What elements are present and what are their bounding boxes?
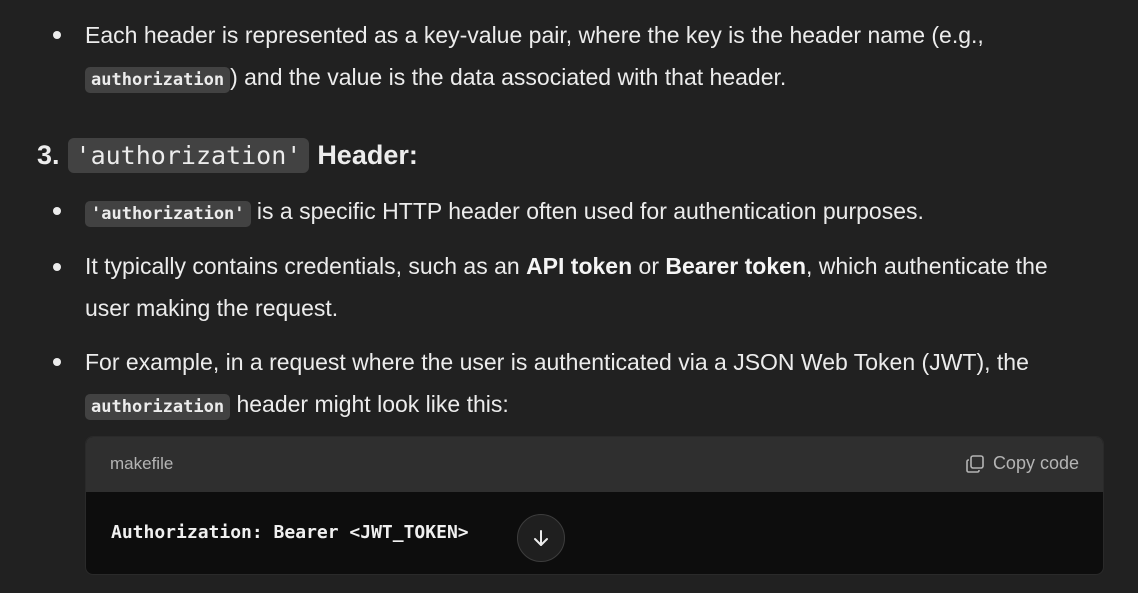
text-span: or [632, 253, 666, 279]
code-block: makefile Copy code Authorization: Bearer… [85, 436, 1104, 575]
copy-icon [966, 454, 984, 473]
text-span: For example, in a request where the user… [85, 349, 1029, 375]
text-span: Each header is represented as a key-valu… [85, 22, 984, 48]
text-span: header might look like this: [230, 391, 509, 417]
text-span: It typically contains credentials, such … [85, 253, 527, 279]
inline-code: authorization [85, 394, 231, 420]
copy-code-label: Copy code [992, 453, 1079, 473]
text-span: user making the request. [85, 295, 339, 321]
bold-text: Bearer token [665, 253, 806, 279]
list-item-text: Each header is represented as a key-valu… [85, 21, 984, 49]
code-content: Authorization: Bearer <JWT_TOKEN> [111, 522, 469, 543]
list-item-text: 'authorization' is a specific HTTP heade… [85, 197, 924, 228]
text-span: is a specific HTTP header often used for… [250, 198, 924, 224]
copy-code-button[interactable]: Copy code [965, 453, 1079, 474]
list-item-text-line2: authorization) and the value is the data… [85, 63, 786, 94]
bullet-dot [53, 207, 61, 215]
heading-number: 3. [37, 140, 60, 170]
section-heading: 3.'authorization' Header: [37, 136, 418, 176]
list-item-text-line2: authorization header might look like thi… [85, 390, 509, 421]
list-item-text: It typically contains credentials, such … [85, 252, 1048, 280]
arrow-down-icon [534, 530, 548, 546]
text-span: , which authenticate the [806, 253, 1048, 279]
text-span: ) and the value is the data associated w… [230, 64, 787, 90]
bullet-dot [53, 358, 61, 366]
list-item-text-line2: user making the request. [85, 294, 338, 322]
inline-code: authorization [85, 67, 231, 93]
list-item-text: For example, in a request where the user… [85, 348, 1029, 376]
heading-code: 'authorization' [67, 138, 310, 173]
code-block-header: makefile Copy code [86, 437, 1103, 492]
scroll-down-button[interactable] [517, 514, 565, 562]
bullet-dot [53, 31, 61, 39]
bold-text: API token [526, 253, 633, 279]
code-language-label: makefile [110, 454, 174, 473]
bullet-dot [53, 263, 61, 271]
heading-title: Header: [317, 140, 418, 170]
inline-code: 'authorization' [85, 201, 251, 227]
